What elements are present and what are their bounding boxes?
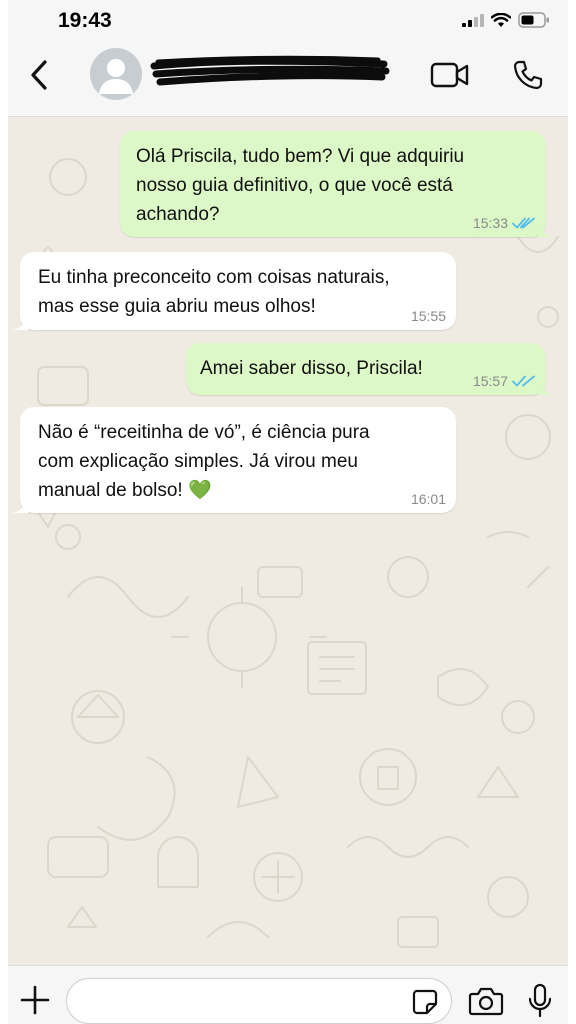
message-text: Não é “receitinha de vó”, é ciência pura…: [38, 418, 440, 505]
status-time: 19:43: [58, 9, 112, 32]
attach-button[interactable]: [18, 983, 52, 1017]
chat-messages[interactable]: Olá Priscila, tudo bem? Vi que adquiriu …: [8, 117, 568, 965]
green-heart-emoji: 💚: [188, 480, 212, 501]
message-bubble-outgoing[interactable]: Amei saber disso, Priscila! 15:57: [186, 343, 554, 395]
voice-message-button[interactable]: [526, 983, 554, 1019]
bubble-tail: [12, 316, 28, 330]
message-bubble-incoming[interactable]: Eu tinha preconceito com coisas naturais…: [12, 252, 456, 330]
signal-icon: [462, 14, 484, 27]
contact-avatar[interactable]: [90, 48, 142, 100]
message-meta: 15:57: [473, 373, 536, 389]
message-time: 16:01: [410, 491, 446, 507]
bubble-tail: [12, 499, 28, 513]
status-bar: 19:43: [8, 0, 568, 40]
back-button[interactable]: [22, 58, 56, 92]
double-check-icon: [512, 217, 535, 229]
redaction-scribble: [150, 55, 390, 86]
wifi-icon: [491, 12, 511, 27]
message-meta: 15:33: [473, 215, 536, 231]
status-icons: [462, 11, 550, 29]
message-time: 15:33: [472, 215, 508, 231]
chevron-left-icon: [31, 60, 47, 90]
bubble-tail: [538, 223, 554, 237]
chat-screen: 19:43 Olá Priscila, tudo bem? Vi que adq…: [8, 0, 568, 1024]
message-composer: [8, 965, 568, 1024]
message-time: 15:57: [472, 373, 508, 389]
message-bubble-incoming[interactable]: Não é “receitinha de vó”, é ciência pura…: [12, 407, 456, 513]
video-camera-icon: [430, 62, 469, 88]
camera-icon: [468, 987, 504, 1016]
battery-icon: [518, 12, 549, 28]
message-text: Olá Priscila, tudo bem? Vi que adquiriu …: [136, 146, 465, 225]
header-actions: [430, 58, 548, 92]
message-input[interactable]: [83, 989, 397, 1017]
contact-name[interactable]: [146, 54, 391, 90]
camera-button[interactable]: [468, 986, 504, 1016]
message-meta: 16:01: [411, 491, 446, 507]
video-call-button[interactable]: [430, 58, 470, 92]
sticker-button[interactable]: [411, 988, 439, 1016]
phone-icon: [513, 60, 543, 90]
chat-wallpaper: [27, 142, 559, 948]
bubble-tail: [538, 381, 554, 395]
microphone-icon: [528, 983, 552, 1018]
plus-icon: [20, 985, 50, 1015]
message-meta: 15:55: [411, 308, 446, 324]
chat-header: [8, 40, 568, 117]
double-check-icon: [512, 375, 535, 387]
message-input-field[interactable]: [66, 978, 452, 1024]
message-time: 15:55: [410, 308, 446, 324]
sticker-icon: [412, 989, 438, 1015]
voice-call-button[interactable]: [508, 58, 548, 92]
default-avatar-icon: [99, 59, 133, 94]
message-text: Eu tinha preconceito com coisas naturais…: [38, 267, 390, 317]
message-bubble-outgoing[interactable]: Olá Priscila, tudo bem? Vi que adquiriu …: [120, 131, 554, 237]
